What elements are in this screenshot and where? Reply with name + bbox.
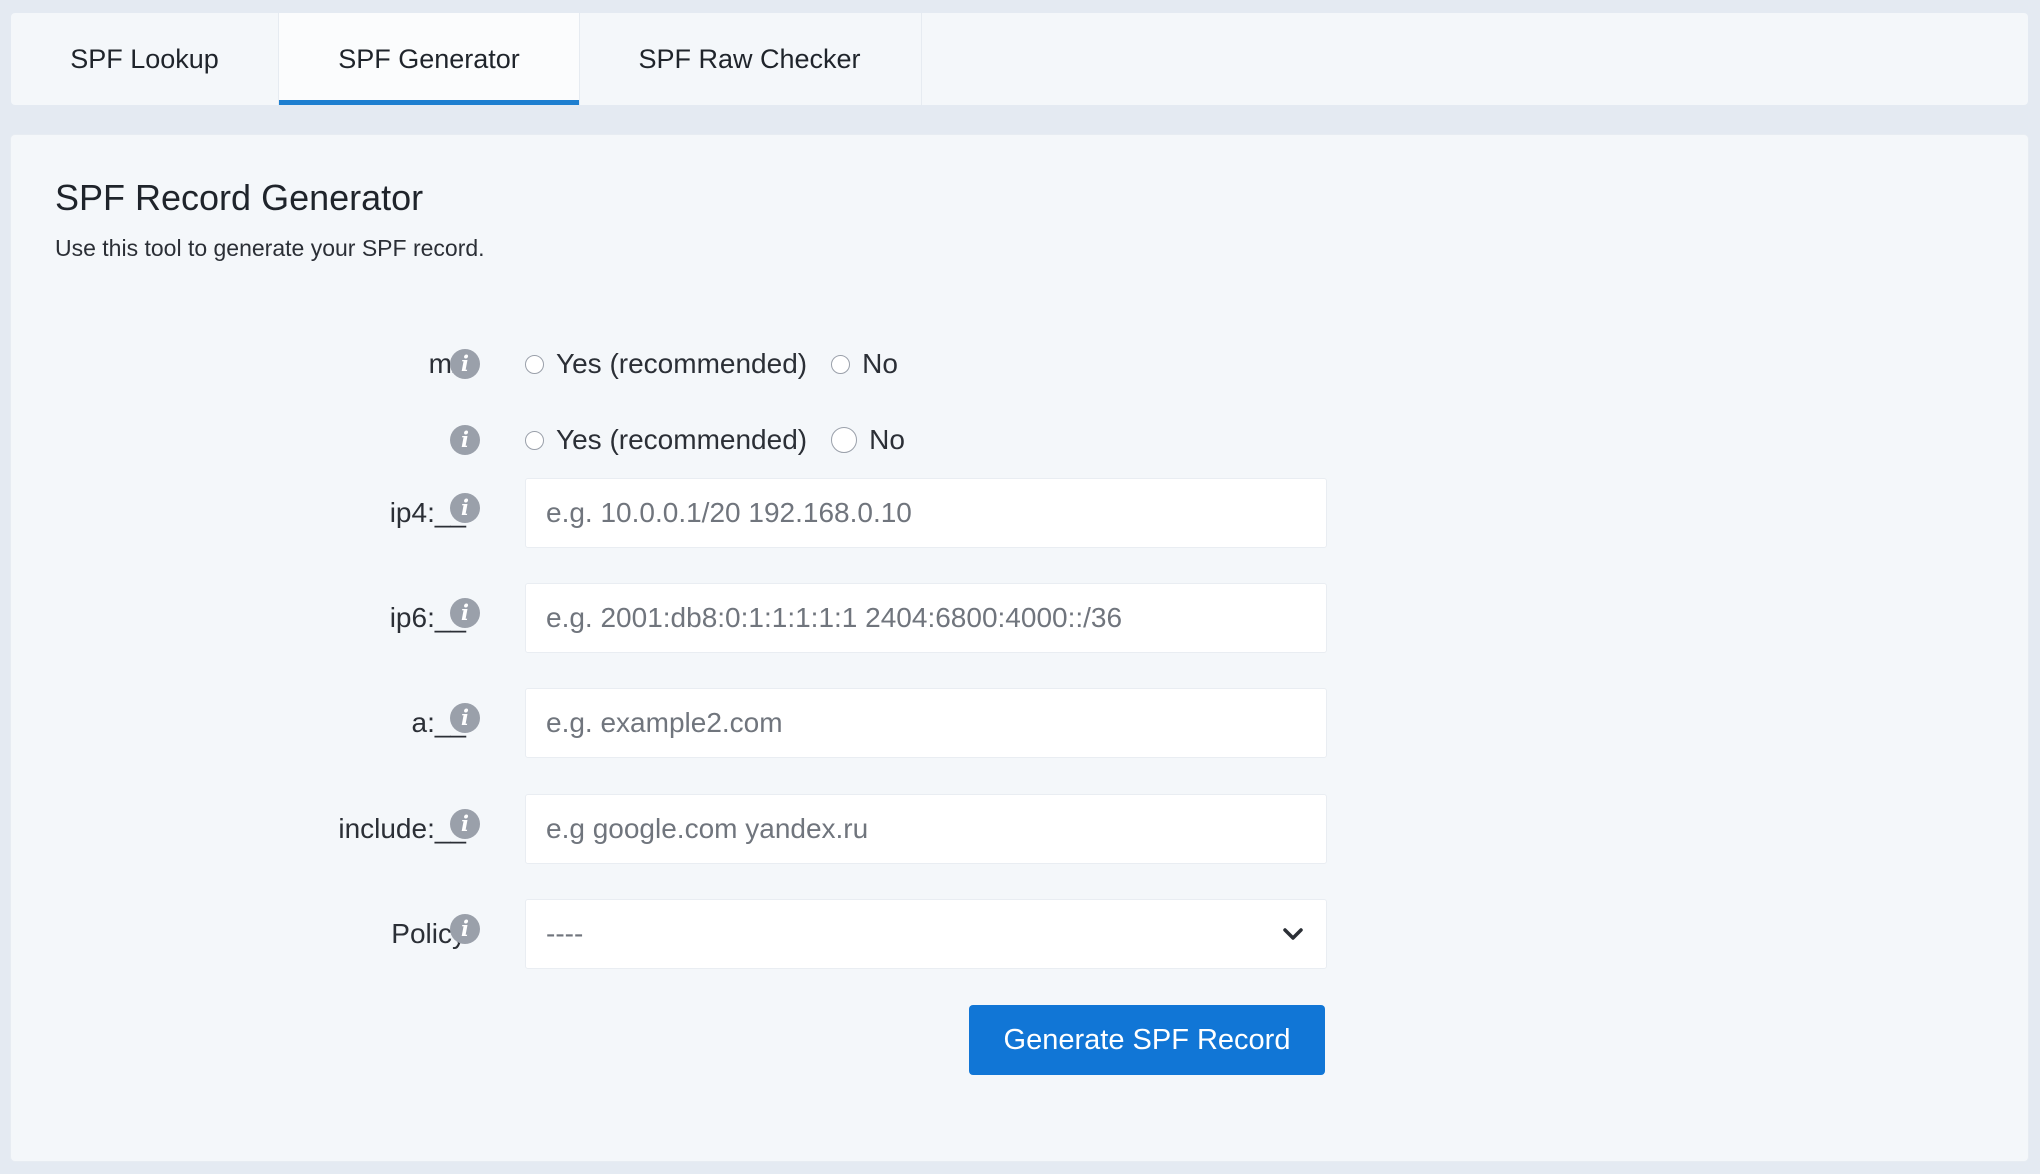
- include-row: include:__ i: [11, 794, 2028, 864]
- a-radio-group: Yes (recommended) No: [525, 413, 929, 467]
- policy-row: Policy i ----: [11, 899, 2028, 969]
- ip4-info-icon[interactable]: i: [450, 493, 480, 523]
- tab-spf-generator[interactable]: SPF Generator: [278, 13, 580, 105]
- tab-spf-raw-checker[interactable]: SPF Raw Checker: [578, 13, 922, 105]
- a-domain-row: a:__ i: [11, 688, 2028, 758]
- mx-no-label[interactable]: No: [862, 348, 898, 380]
- ip4-row: ip4:__ i: [11, 478, 2028, 548]
- a-yes-radio[interactable]: [525, 430, 544, 450]
- generate-spf-record-button[interactable]: Generate SPF Record: [969, 1005, 1325, 1075]
- tab-bar: SPF Lookup SPF Generator SPF Raw Checker: [11, 13, 2028, 105]
- mx-yes-radio[interactable]: [525, 354, 544, 374]
- a-no-radio[interactable]: [831, 427, 858, 453]
- ip6-input[interactable]: [525, 583, 1327, 653]
- policy-selected-value: ----: [546, 918, 584, 949]
- a-info-icon[interactable]: i: [450, 425, 480, 455]
- include-input[interactable]: [525, 794, 1327, 864]
- tab-spf-lookup[interactable]: SPF Lookup: [11, 13, 278, 105]
- chevron-down-icon: [1283, 928, 1303, 940]
- include-info-icon[interactable]: i: [450, 809, 480, 839]
- policy-select[interactable]: ----: [525, 899, 1327, 969]
- mx-no-radio[interactable]: [831, 354, 851, 374]
- ip6-info-icon[interactable]: i: [450, 598, 480, 628]
- policy-info-icon[interactable]: i: [450, 914, 480, 944]
- ip4-input[interactable]: [525, 478, 1327, 548]
- mx-row: mx i Yes (recommended) No: [11, 337, 2028, 391]
- a-no-label[interactable]: No: [869, 424, 905, 456]
- a-row: a i Yes (recommended) No: [11, 413, 2028, 467]
- generator-panel: SPF Record Generator Use this tool to ge…: [11, 135, 2028, 1161]
- a-domain-input[interactable]: [525, 688, 1327, 758]
- a-yes-label[interactable]: Yes (recommended): [556, 424, 807, 456]
- mx-info-icon[interactable]: i: [450, 349, 480, 379]
- page-subtitle: Use this tool to generate your SPF recor…: [55, 235, 485, 261]
- ip6-row: ip6:__ i: [11, 583, 2028, 653]
- mx-yes-label[interactable]: Yes (recommended): [556, 348, 807, 380]
- page-title: SPF Record Generator: [55, 177, 424, 218]
- include-label: include:__: [338, 813, 466, 844]
- a-domain-info-icon[interactable]: i: [450, 703, 480, 733]
- mx-radio-group: Yes (recommended) No: [525, 337, 922, 391]
